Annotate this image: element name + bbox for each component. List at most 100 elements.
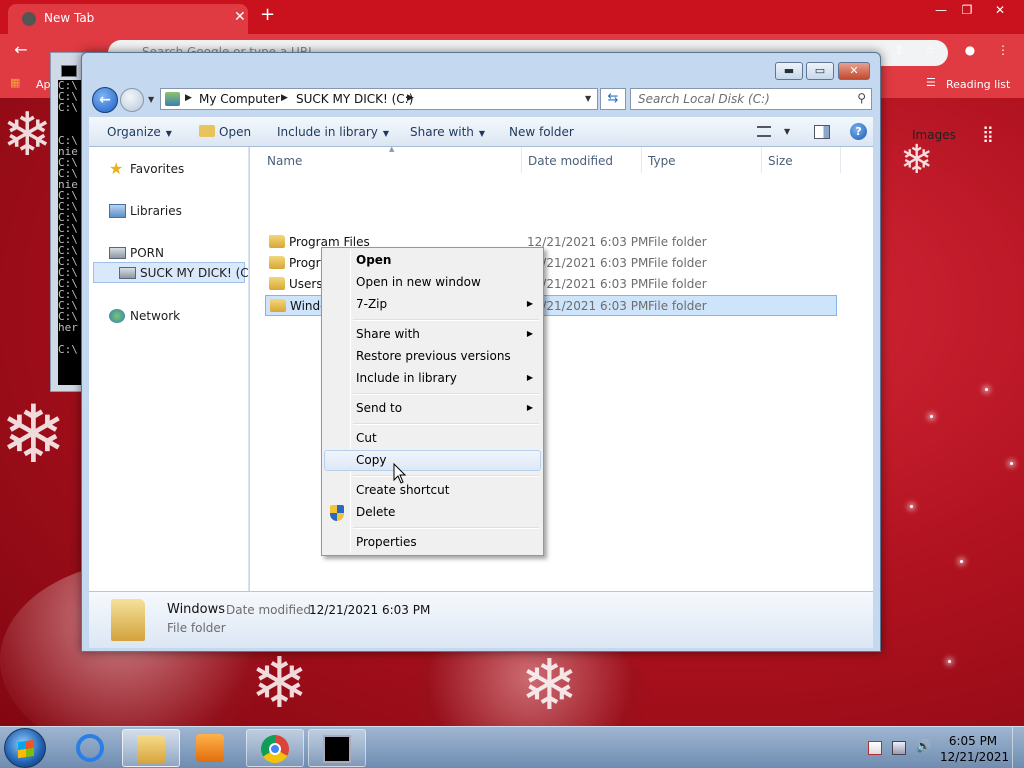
menu-item-share-with[interactable]: Share with ▶ (324, 324, 541, 345)
file-date: 12/21/2021 6:03 PM (527, 235, 649, 249)
nav-drive[interactable]: SUCK MY DICK! (C:) (140, 266, 257, 280)
menu-item-create-shortcut[interactable]: Create shortcut (324, 480, 541, 501)
new-folder-button[interactable]: New folder (509, 125, 574, 139)
details-item-type: File folder (167, 621, 226, 635)
tab-favicon-icon (22, 12, 36, 26)
clock-time[interactable]: 6:05 PM (940, 734, 1006, 748)
network-tray-icon[interactable] (892, 741, 906, 755)
chrome-tab[interactable]: New Tab ✕ (8, 4, 248, 34)
back-button[interactable]: ← (92, 87, 118, 113)
column-type[interactable]: Type (648, 154, 676, 168)
media-player-icon (196, 734, 224, 762)
windows-logo-icon (18, 739, 34, 759)
breadcrumb-arrow-icon[interactable]: ▶ (407, 93, 414, 103)
column-name[interactable]: Name (267, 154, 302, 168)
menu-item-open[interactable]: Open (324, 250, 541, 271)
change-view-icon[interactable] (757, 126, 771, 137)
snowflake-decoration: ❄ (900, 137, 934, 183)
menu-item-label: Properties (356, 535, 417, 549)
address-dropdown-icon[interactable]: ▼ (585, 94, 591, 103)
column-size[interactable]: Size (768, 154, 793, 168)
breadcrumb-my-computer[interactable]: My Computer (199, 92, 280, 106)
tab-close-icon[interactable]: ✕ (234, 9, 246, 25)
nav-computer-porn[interactable]: PORN (130, 246, 164, 260)
share-icon[interactable]: ⇪ (884, 40, 914, 60)
folder-icon (111, 599, 145, 641)
menu-item-7zip[interactable]: 7-Zip ▶ (324, 294, 541, 315)
google-apps-icon[interactable]: ⣿ (982, 124, 994, 143)
taskbar-media-player[interactable] (182, 729, 240, 767)
breadcrumb-arrow-icon[interactable]: ▶ (281, 93, 288, 103)
chrome-menu-icon[interactable]: ⋮ (988, 40, 1018, 60)
view-options-chevron-icon[interactable]: ▼ (784, 127, 790, 136)
column-divider[interactable] (521, 147, 522, 173)
tab-title: New Tab (44, 11, 95, 25)
apps-bookmark[interactable]: Ap (36, 78, 51, 91)
folder-icon (199, 125, 215, 137)
taskbar-chrome[interactable] (246, 729, 304, 767)
chrome-close-icon[interactable]: ✕ (985, 0, 1015, 20)
bookmark-star-icon[interactable]: ☆ (915, 40, 945, 60)
maximize-button[interactable]: ▭ (806, 62, 834, 80)
snowflake-decoration: ❄ (2, 100, 53, 170)
organize-button[interactable]: Organize ▼ (107, 125, 172, 139)
taskbar-internet-explorer[interactable] (62, 729, 120, 767)
breadcrumb-drive[interactable]: SUCK MY DICK! (C:) (296, 92, 413, 106)
apps-grid-icon[interactable]: ▦ (10, 76, 20, 89)
taskbar-explorer[interactable] (122, 729, 180, 767)
reading-list[interactable]: Reading list (946, 78, 1010, 91)
nav-favorites[interactable]: Favorites (130, 162, 184, 176)
column-divider[interactable] (840, 147, 841, 173)
include-in-library-button[interactable]: Include in library ▼ (277, 125, 389, 139)
clock-date[interactable]: 12/21/2021 (940, 750, 1009, 764)
explorer-titlebar[interactable]: ▬ ▭ ✕ (82, 53, 880, 85)
share-with-button[interactable]: Share with ▼ (410, 125, 485, 139)
preview-pane-icon[interactable] (814, 125, 830, 139)
profile-avatar-icon[interactable]: ● (955, 40, 985, 60)
action-center-flag-icon[interactable] (868, 741, 882, 755)
search-box[interactable]: Search Local Disk (C:) ⚲ (630, 88, 872, 110)
minimize-button[interactable]: ▬ (775, 62, 803, 80)
reading-list-icon[interactable]: ☰ (926, 76, 936, 89)
file-date: 12/21/2021 6:03 PM (527, 299, 649, 313)
menu-item-restore-previous-versions[interactable]: Restore previous versions (324, 346, 541, 367)
column-divider[interactable] (641, 147, 642, 173)
column-divider[interactable] (761, 147, 762, 173)
menu-item-open-in-new-window[interactable]: Open in new window (324, 272, 541, 293)
column-date-modified[interactable]: Date modified (528, 154, 613, 168)
file-date: 12/21/2021 6:03 PM (527, 256, 649, 270)
open-button[interactable]: Open (199, 125, 251, 139)
recent-pages-chevron-icon[interactable]: ▼ (148, 95, 154, 104)
menu-item-properties[interactable]: Properties (324, 532, 541, 553)
address-bar[interactable]: ▶ My Computer ▶ SUCK MY DICK! (C:) ▶ ▼ (160, 88, 598, 110)
menu-item-label: Cut (356, 431, 377, 445)
google-images-link[interactable]: Images (912, 128, 956, 142)
menu-item-include-in-library[interactable]: Include in library ▶ (324, 368, 541, 389)
chrome-back-icon[interactable]: ← (6, 40, 36, 60)
chrome-restore-icon[interactable]: ❐ (952, 0, 982, 20)
menu-item-label: Open (356, 253, 392, 267)
forward-button[interactable] (120, 88, 144, 112)
menu-item-send-to[interactable]: Send to ▶ (324, 398, 541, 419)
nav-libraries[interactable]: Libraries (130, 204, 182, 218)
refresh-button[interactable]: ⇆ (600, 88, 626, 110)
sparkle-decoration (910, 505, 913, 508)
breadcrumb-arrow-icon[interactable]: ▶ (185, 93, 192, 103)
taskbar-cmd[interactable] (308, 729, 366, 767)
menu-item-copy[interactable]: Copy (324, 450, 541, 471)
file-type: File folder (648, 299, 707, 313)
volume-icon[interactable]: 🔊 (916, 739, 931, 753)
start-button[interactable] (4, 728, 46, 768)
help-icon[interactable]: ? (850, 123, 867, 140)
chevron-down-icon: ▼ (165, 129, 172, 138)
close-button[interactable]: ✕ (838, 62, 870, 80)
libraries-icon (109, 204, 126, 218)
show-desktop-button[interactable] (1012, 727, 1024, 768)
snowflake-decoration: ❄ (250, 642, 309, 724)
search-icon[interactable]: ⚲ (857, 91, 866, 105)
new-tab-icon[interactable]: + (260, 4, 275, 25)
nav-network[interactable]: Network (130, 309, 180, 323)
details-date-value: 12/21/2021 6:03 PM (309, 603, 431, 617)
menu-item-cut[interactable]: Cut (324, 428, 541, 449)
menu-item-delete[interactable]: Delete (324, 502, 541, 523)
